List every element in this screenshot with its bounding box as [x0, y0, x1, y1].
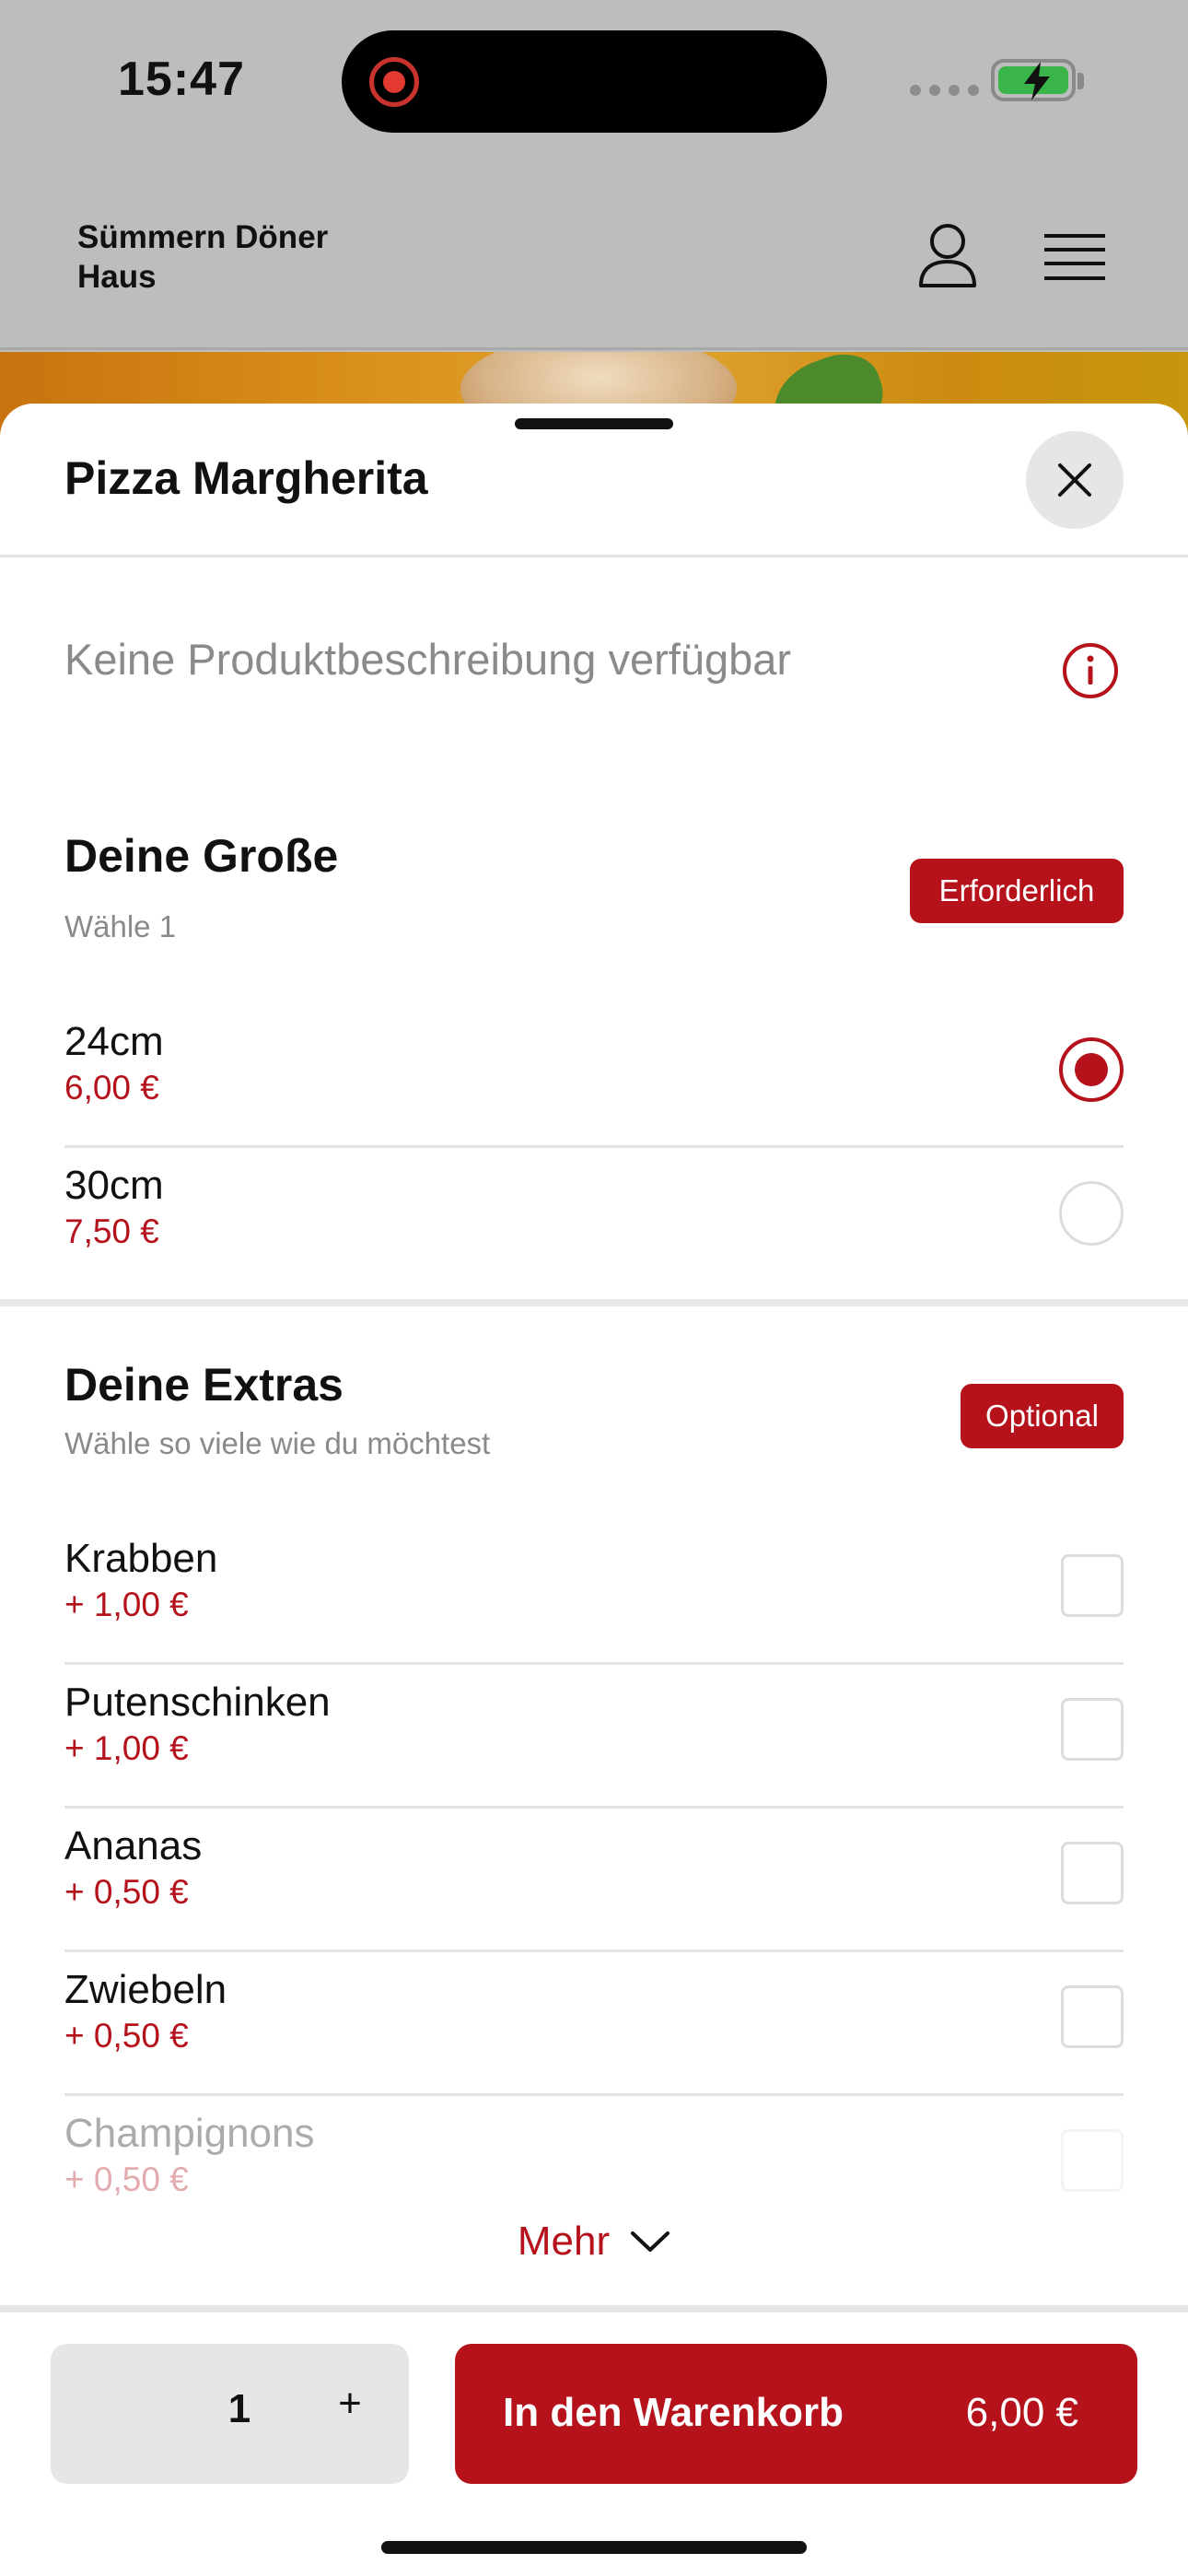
checkbox[interactable] — [1061, 1842, 1124, 1904]
option-name: Putenschinken — [64, 1680, 331, 1725]
checkbox[interactable] — [1061, 1554, 1124, 1617]
product-sheet: Pizza Margherita Keine Produktbeschreibu… — [0, 404, 1188, 2576]
option-name: Zwiebeln — [64, 1967, 227, 2012]
quantity-stepper: 1 + — [51, 2344, 409, 2484]
size-option[interactable]: 30cm 7,50 € — [64, 1148, 1124, 1292]
info-icon[interactable] — [1061, 641, 1120, 705]
app-header: Sümmern Döner Haus — [0, 166, 1188, 350]
footer-divider — [0, 2305, 1188, 2313]
option-name: Ananas — [64, 1823, 203, 1868]
signal-icon — [910, 85, 979, 96]
extras-group-title: Deine Extras — [64, 1359, 344, 1411]
radio-unselected[interactable] — [1059, 1181, 1124, 1246]
option-price: + 1,00 € — [64, 1586, 189, 1623]
screen-recording-icon — [369, 57, 419, 107]
add-to-cart-label: In den Warenkorb — [503, 2390, 844, 2435]
close-button[interactable] — [1026, 431, 1124, 529]
option-price: + 0,50 € — [64, 2160, 189, 2198]
cart-price: 6,00 € — [965, 2390, 1078, 2435]
home-indicator — [381, 2541, 807, 2554]
chevron-down-icon — [631, 2231, 670, 2252]
option-price: 6,00 € — [64, 1069, 159, 1107]
quantity-value: 1 — [227, 2386, 251, 2431]
extra-option[interactable]: Krabben + 1,00 € — [64, 1521, 1124, 1665]
dynamic-island — [342, 30, 827, 133]
hamburger-menu-icon[interactable] — [1044, 232, 1105, 288]
close-icon — [1058, 463, 1091, 497]
add-to-cart-button[interactable]: In den Warenkorb 6,00 € — [455, 2344, 1137, 2484]
extra-option[interactable]: Ananas + 0,50 € — [64, 1809, 1124, 1952]
option-name: 24cm — [64, 1019, 164, 1064]
extras-group-subtitle: Wähle so viele wie du möchtest — [64, 1426, 491, 1460]
brand-name[interactable]: Sümmern Döner Haus — [77, 217, 409, 297]
radio-selected[interactable] — [1059, 1037, 1124, 1102]
extra-option[interactable]: Putenschinken + 1,00 € — [64, 1665, 1124, 1809]
option-name: Krabben — [64, 1536, 218, 1581]
checkbox[interactable] — [1061, 1985, 1124, 2048]
product-description: Keine Produktbeschreibung verfügbar — [64, 635, 792, 684]
option-price: + 0,50 € — [64, 1873, 189, 1911]
size-option[interactable]: 24cm 6,00 € — [64, 1004, 1124, 1148]
option-price: + 0,50 € — [64, 2017, 189, 2055]
option-price: 7,50 € — [64, 1212, 159, 1250]
optional-badge: Optional — [961, 1384, 1124, 1448]
checkbox[interactable] — [1061, 2129, 1124, 2192]
increase-quantity-button[interactable]: + — [327, 2381, 373, 2427]
status-time: 15:47 — [118, 53, 245, 106]
sheet-grabber[interactable] — [515, 418, 673, 429]
show-more-label: Mehr — [517, 2219, 611, 2264]
required-badge: Erforderlich — [910, 859, 1124, 923]
show-more-button[interactable]: Mehr — [0, 2219, 1188, 2265]
status-bar: 15:47 — [0, 0, 1188, 166]
divider — [0, 555, 1188, 557]
size-group-title: Deine Große — [64, 830, 339, 882]
option-name: Champignons — [64, 2111, 315, 2156]
product-title: Pizza Margherita — [64, 452, 428, 504]
size-group-subtitle: Wähle 1 — [64, 909, 177, 943]
user-icon[interactable] — [917, 223, 978, 294]
battery-icon — [991, 59, 1076, 101]
section-divider — [0, 1299, 1188, 1306]
checkbox[interactable] — [1061, 1698, 1124, 1761]
extra-option[interactable]: Zwiebeln + 0,50 € — [64, 1952, 1124, 2096]
option-name: 30cm — [64, 1163, 164, 1208]
option-price: + 1,00 € — [64, 1729, 189, 1767]
